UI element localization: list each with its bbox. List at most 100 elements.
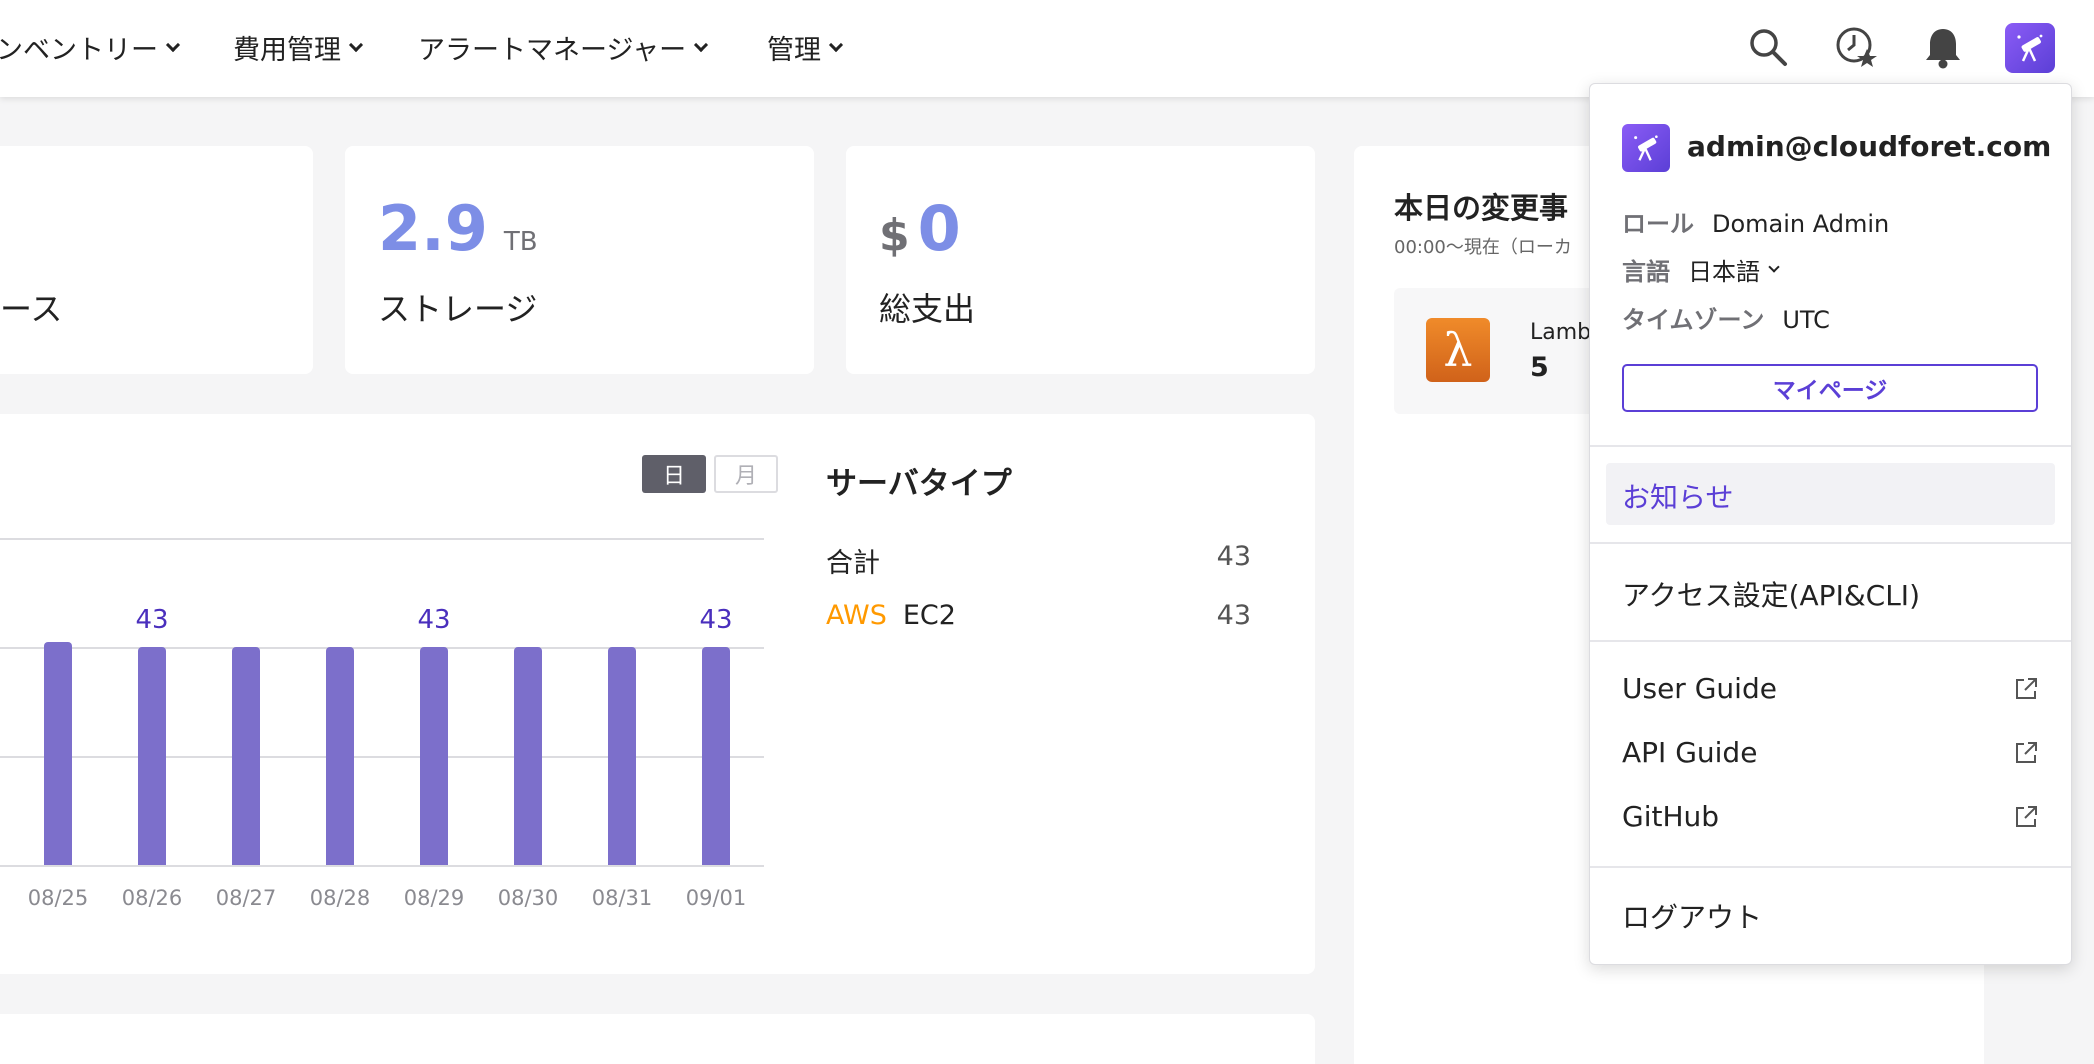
github-label: GitHub — [1622, 800, 1720, 833]
chart-bar[interactable] — [138, 646, 166, 865]
chart-x-tick: 08/26 — [121, 886, 183, 910]
api-guide-link[interactable]: API Guide — [1590, 728, 2071, 782]
server-type-row[interactable]: AWS EC2 43 — [826, 600, 1251, 631]
chart-gridline — [0, 538, 764, 540]
mypage-button[interactable]: マイページ — [1622, 364, 2038, 412]
server-type-total-label: 合計 — [826, 548, 880, 579]
external-link-icon — [2016, 742, 2037, 763]
language-label: 言語 — [1622, 258, 1670, 286]
timezone-value: UTC — [1782, 306, 1830, 334]
profile-timezone-row: タイムゾーン UTC — [1622, 300, 1830, 335]
notice-item[interactable]: お知らせ — [1606, 463, 2055, 525]
external-link-icon — [2016, 806, 2037, 827]
chart-x-tick: 09/01 — [685, 886, 747, 910]
language-select[interactable]: 日本語 — [1688, 252, 1780, 287]
profile-dropdown-menu: admin@cloudforet.com ロール Domain Admin 言語 … — [1589, 83, 2072, 965]
chart-bar[interactable] — [326, 646, 354, 865]
profile-avatar — [1622, 124, 1670, 172]
chart-x-tick: 08/30 — [497, 886, 559, 910]
nav-menu-cost-label: 費用管理 — [233, 35, 341, 66]
spend-value: 0 — [917, 192, 961, 265]
chart-bar[interactable] — [232, 646, 260, 865]
telescope-avatar-icon — [2017, 34, 2043, 62]
todays-changes-subtitle: 00:00〜現在（ローカ — [1394, 237, 1572, 258]
access-settings-item[interactable]: アクセス設定(API&CLI) — [1622, 574, 1920, 614]
telescope-avatar-icon — [1634, 135, 1658, 161]
currency-symbol: $ — [879, 210, 910, 261]
server-type-title: サーバタイプ — [826, 466, 1012, 502]
api-guide-label: API Guide — [1622, 736, 1758, 769]
nav-menu-alert-label: アラートマネージャー — [418, 35, 687, 66]
dropdown-divider — [1590, 445, 2071, 447]
chevron-down-icon — [348, 37, 364, 52]
profile-avatar-button[interactable] — [2005, 23, 2055, 73]
chart-bar[interactable] — [514, 646, 542, 865]
recent-favorite-button[interactable] — [1833, 24, 1879, 70]
dropdown-divider — [1590, 866, 2071, 868]
change-item-count: 5 — [1530, 352, 1549, 383]
nav-menu-admin-label: 管理 — [767, 35, 821, 66]
chart-bar[interactable] — [44, 641, 72, 865]
chart-bar[interactable] — [608, 646, 636, 865]
chart-x-tick: 08/29 — [403, 886, 465, 910]
storage-unit: TB — [503, 227, 538, 257]
dropdown-divider — [1590, 542, 2071, 544]
chevron-down-icon — [828, 37, 844, 52]
notice-label: お知らせ — [1622, 481, 1734, 514]
nav-menu-alert-manager[interactable]: アラートマネージャー — [418, 28, 709, 67]
notifications-button[interactable] — [1920, 24, 1966, 70]
chart-bar[interactable] — [420, 646, 448, 865]
summary-card-storage[interactable]: 2.9 TB ストレージ — [345, 146, 814, 374]
nav-menu-inventory[interactable]: ンベントリー — [0, 28, 181, 67]
search-button[interactable] — [1745, 24, 1791, 70]
chart-x-tick: 08/31 — [591, 886, 653, 910]
todays-changes-title: 本日の変更事 — [1394, 191, 1569, 225]
bottom-card — [0, 1014, 1315, 1064]
server-type-total-row: 合計 43 — [826, 541, 1251, 580]
external-link-icon — [2016, 678, 2037, 699]
server-type-total-value: 43 — [1216, 541, 1251, 572]
chevron-down-icon — [165, 37, 181, 52]
chart-x-tick: 08/27 — [215, 886, 277, 910]
nav-menu-cost-management[interactable]: 費用管理 — [233, 28, 364, 67]
summary-card-label: ース — [0, 290, 63, 328]
nav-menu-admin[interactable]: 管理 — [767, 28, 844, 67]
chart-bar[interactable] — [702, 646, 730, 865]
summary-card-label: ストレージ — [378, 290, 538, 328]
chart-gridline — [0, 865, 764, 867]
search-icon — [1750, 29, 1787, 66]
github-link[interactable]: GitHub — [1590, 792, 2071, 846]
chevron-down-icon — [1768, 261, 1780, 273]
timezone-label: タイムゾーン — [1622, 306, 1765, 334]
toggle-month-button[interactable]: 月 — [714, 455, 778, 493]
chart-x-tick: 08/25 — [27, 886, 89, 910]
chevron-down-icon — [694, 37, 709, 52]
server-type-name: EC2 — [902, 600, 956, 631]
toggle-day-button[interactable]: 日 — [642, 455, 706, 493]
chart-data-label: 43 — [699, 604, 733, 635]
role-label: ロール — [1622, 210, 1694, 238]
summary-card-total-spend[interactable]: $ 0 総支出 — [846, 146, 1315, 374]
user-guide-link[interactable]: User Guide — [1590, 664, 2071, 718]
summary-card-label: 総支出 — [879, 290, 976, 328]
summary-card-database[interactable]: ース — [0, 146, 313, 374]
dropdown-divider — [1590, 640, 2071, 642]
lambda-icon: λ — [1426, 318, 1490, 382]
recent-favorite-icon — [1836, 27, 1877, 67]
server-bar-chart: 43 43 43 — [0, 530, 764, 870]
language-value: 日本語 — [1688, 258, 1760, 286]
chart-data-label: 43 — [135, 604, 169, 635]
profile-email: admin@cloudforet.com — [1687, 130, 2052, 163]
profile-role-row: ロール Domain Admin — [1622, 204, 1889, 239]
storage-value: 2.9 — [378, 192, 488, 265]
bell-icon — [1926, 29, 1960, 69]
chart-x-tick: 08/28 — [309, 886, 371, 910]
logout-item[interactable]: ログアウト — [1622, 896, 1762, 936]
chart-gridline — [0, 647, 764, 649]
chart-data-label: 43 — [417, 604, 451, 635]
change-item-name: Lamb — [1530, 320, 1592, 345]
server-type-count: 43 — [1216, 600, 1251, 631]
role-value: Domain Admin — [1712, 210, 1890, 238]
provider-label: AWS — [826, 600, 887, 631]
chart-gridline — [0, 756, 764, 758]
